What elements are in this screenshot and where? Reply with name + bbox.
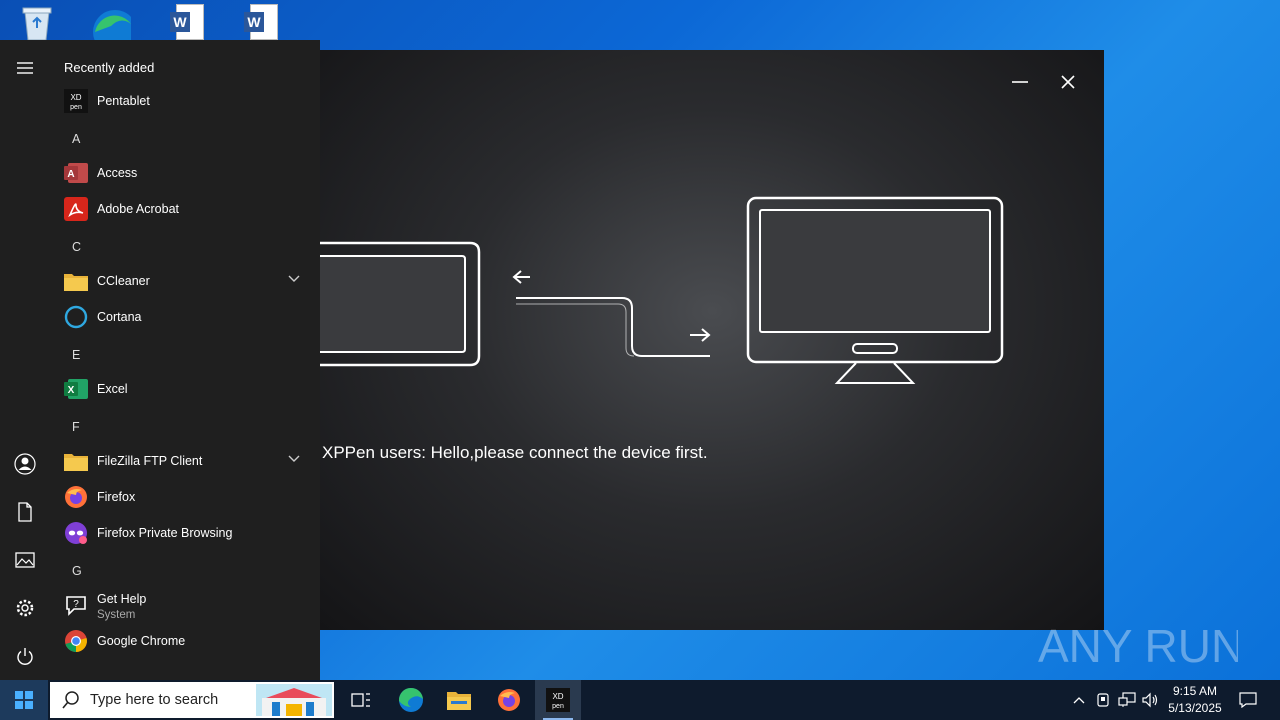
acrobat-icon bbox=[63, 196, 89, 222]
network-icon bbox=[1118, 692, 1136, 707]
start-menu: Recently added XD pen Pentablet A A Acces… bbox=[0, 40, 320, 680]
recycle-bin-icon[interactable] bbox=[12, 4, 62, 44]
taskbar-pentablet-button[interactable]: XD pen bbox=[535, 680, 581, 720]
app-item-adobe-acrobat[interactable]: Adobe Acrobat bbox=[50, 191, 320, 227]
network-button[interactable] bbox=[1115, 680, 1139, 720]
xppen-icon: XD pen bbox=[63, 88, 89, 114]
notification-icon bbox=[1239, 692, 1257, 708]
svg-text:A: A bbox=[67, 169, 74, 180]
start-button[interactable] bbox=[0, 680, 48, 720]
user-button[interactable] bbox=[0, 442, 50, 486]
chevron-down-icon[interactable] bbox=[288, 455, 300, 463]
power-button[interactable] bbox=[0, 634, 50, 678]
documents-icon bbox=[18, 502, 32, 522]
file-explorer-icon bbox=[447, 692, 471, 710]
svg-text:XD: XD bbox=[552, 692, 563, 701]
get-help-icon: ? bbox=[63, 592, 89, 618]
letter-header-a[interactable]: A bbox=[72, 132, 80, 146]
connect-message: XPPen users: Hello,please connect the de… bbox=[322, 443, 708, 462]
monitor-illustration bbox=[746, 196, 1004, 384]
connect-device-illustration bbox=[320, 196, 1004, 384]
task-view-button[interactable] bbox=[338, 680, 384, 720]
usb-device-icon bbox=[1097, 693, 1109, 707]
arrow-left-icon bbox=[512, 270, 530, 284]
access-icon: A bbox=[63, 160, 89, 186]
taskbar-search-box[interactable]: Type here to search bbox=[50, 682, 334, 718]
app-item-filezilla[interactable]: FileZilla FTP Client bbox=[50, 443, 320, 479]
search-icon bbox=[62, 691, 79, 709]
tablet-illustration bbox=[320, 241, 481, 367]
letter-header-g[interactable]: G bbox=[72, 564, 82, 578]
folder-icon bbox=[63, 268, 89, 294]
word-document-icon[interactable]: W bbox=[162, 4, 212, 44]
svg-text:pen: pen bbox=[70, 104, 82, 111]
search-highlight-illustration bbox=[256, 684, 332, 716]
app-list: Recently added XD pen Pentablet A A Acces… bbox=[50, 40, 320, 680]
pictures-button[interactable] bbox=[0, 538, 50, 582]
arrow-right-icon bbox=[690, 328, 711, 342]
cortana-icon bbox=[63, 304, 89, 330]
letter-header-f[interactable]: F bbox=[72, 420, 80, 434]
svg-text:pen: pen bbox=[552, 703, 564, 710]
xppen-icon: XD pen bbox=[546, 688, 570, 712]
volume-button[interactable] bbox=[1140, 680, 1162, 720]
pictures-icon bbox=[15, 552, 35, 568]
svg-text:XD: XD bbox=[70, 93, 81, 102]
pentablet-window: XPPen users: Hello,please connect the de… bbox=[320, 50, 1104, 630]
app-item-access[interactable]: A Access bbox=[50, 155, 320, 191]
hamburger-icon bbox=[17, 62, 33, 74]
app-item-excel[interactable]: X Excel bbox=[50, 371, 320, 407]
action-center-button[interactable] bbox=[1234, 680, 1262, 720]
clock-date: 5/13/2025 bbox=[1168, 701, 1222, 715]
taskbar-file-explorer-button[interactable] bbox=[436, 680, 482, 720]
settings-icon bbox=[16, 599, 34, 617]
documents-button[interactable] bbox=[0, 490, 50, 534]
word-document-icon[interactable]: W bbox=[236, 4, 286, 44]
app-item-firefox-private[interactable]: Firefox Private Browsing bbox=[50, 515, 320, 551]
app-item-ccleaner[interactable]: CCleaner bbox=[50, 263, 320, 299]
letter-header-c[interactable]: C bbox=[72, 240, 81, 254]
taskbar-clock[interactable]: 9:15 AM 5/13/2025 bbox=[1160, 683, 1230, 717]
app-item-cortana[interactable]: Cortana bbox=[50, 299, 320, 335]
firefox-icon bbox=[498, 689, 520, 711]
volume-icon bbox=[1142, 692, 1158, 708]
letter-header-e[interactable]: E bbox=[72, 348, 80, 362]
anyrun-watermark: ANY RUN bbox=[1038, 620, 1238, 672]
app-item-firefox[interactable]: Firefox bbox=[50, 479, 320, 515]
chevron-up-icon bbox=[1073, 697, 1085, 704]
app-item-get-help[interactable]: ? Get Help System bbox=[50, 587, 320, 623]
taskbar-firefox-button[interactable] bbox=[486, 680, 532, 720]
power-icon bbox=[17, 648, 33, 665]
excel-icon: X bbox=[63, 376, 89, 402]
recently-added-title: Recently added bbox=[64, 60, 155, 75]
app-item-pentablet[interactable]: XD pen Pentablet bbox=[50, 83, 320, 119]
settings-button[interactable] bbox=[0, 586, 50, 630]
search-placeholder: Type here to search bbox=[90, 692, 219, 708]
user-icon bbox=[14, 453, 36, 475]
start-rail bbox=[0, 40, 50, 680]
hamburger-button[interactable] bbox=[0, 46, 50, 90]
task-view-icon bbox=[351, 693, 370, 707]
chrome-icon bbox=[63, 628, 89, 654]
edge-icon bbox=[398, 687, 423, 712]
windows-logo-icon bbox=[15, 691, 33, 709]
show-hidden-icons-button[interactable] bbox=[1068, 680, 1090, 720]
cable-illustration bbox=[512, 270, 711, 357]
svg-text:X: X bbox=[68, 385, 75, 396]
tray-device-button[interactable] bbox=[1092, 680, 1114, 720]
edge-icon[interactable] bbox=[86, 4, 136, 44]
firefox-private-icon bbox=[63, 520, 89, 546]
taskbar: Type here to search XD pen 9:15 AM 5/13/2… bbox=[0, 680, 1280, 720]
taskbar-edge-button[interactable] bbox=[388, 680, 434, 720]
svg-text:?: ? bbox=[73, 599, 79, 610]
clock-time: 9:15 AM bbox=[1172, 684, 1218, 698]
folder-icon bbox=[63, 448, 89, 474]
watermark-text: ANY RUN bbox=[1038, 620, 1238, 672]
firefox-icon bbox=[63, 484, 89, 510]
app-item-google-chrome[interactable]: Google Chrome bbox=[50, 623, 320, 659]
chevron-down-icon[interactable] bbox=[288, 275, 300, 283]
